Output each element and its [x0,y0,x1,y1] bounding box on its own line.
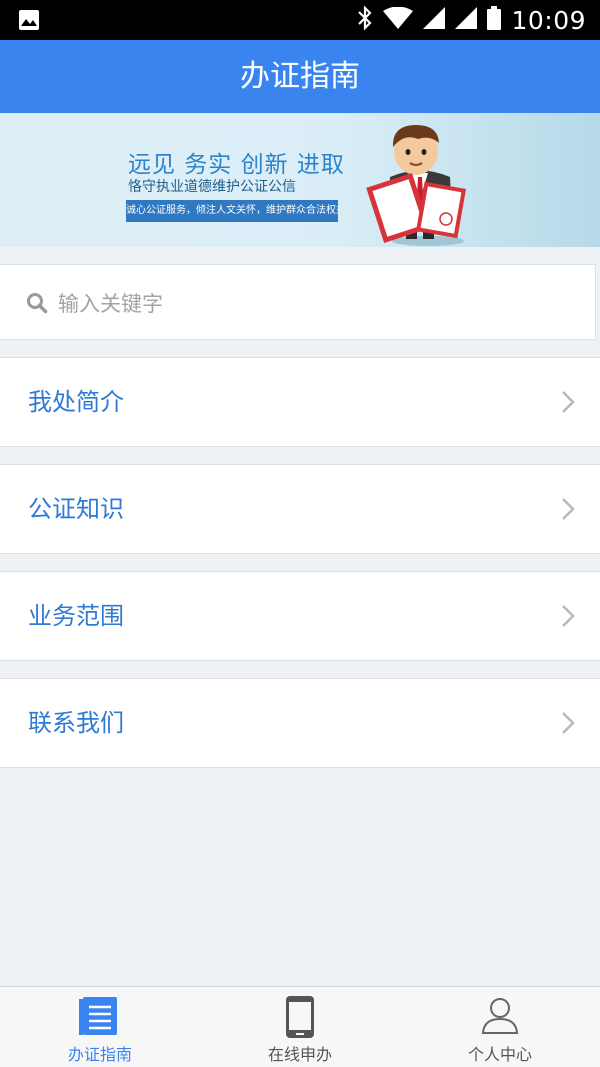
signal-2-icon [455,7,478,33]
search-input[interactable] [56,283,560,325]
tab-guide[interactable]: 办证指南 [0,987,200,1067]
chevron-right-icon [561,497,575,525]
chevron-right-icon [561,711,575,739]
bluetooth-icon [357,5,373,34]
phone-icon [284,995,316,1043]
banner-slogan: 远见 务实 创新 进取 [128,152,345,178]
menu-item-label: 我处简介 [28,388,124,416]
tab-label: 个人中心 [467,1045,532,1064]
tab-online-apply[interactable]: 在线申办 [200,987,400,1067]
tab-profile[interactable]: 个人中心 [400,987,600,1067]
document-list-icon [79,995,121,1041]
search-icon [26,292,48,318]
mascot-illustration [360,119,470,247]
bottom-nav: 办证指南 在线申办 个人中心 [0,986,600,1067]
status-bar: 10:09 [0,0,600,40]
chevron-right-icon [561,604,575,632]
menu-item-label: 联系我们 [28,709,124,737]
wifi-icon [383,6,414,33]
menu-item-business-scope[interactable]: 业务范围 [0,571,600,661]
menu-item-label: 公证知识 [28,495,124,523]
gallery-notification-icon [18,9,40,35]
status-time: 10:09 [511,5,586,35]
menu-item-about[interactable]: 我处简介 [0,357,600,447]
tab-label: 办证指南 [67,1045,132,1064]
menu-item-label: 业务范围 [28,602,124,630]
promo-banner[interactable]: 远见 务实 创新 进取 恪守执业道德维护公证公信 诚心公证服务，倾注人文关怀，维… [0,113,600,247]
banner-strip: 诚心公证服务，倾注人文关怀，维护群众合法权益 [126,200,338,222]
chevron-right-icon [561,390,575,418]
battery-icon [487,6,502,34]
menu-item-contact-us[interactable]: 联系我们 [0,678,600,768]
page-title: 办证指南 [0,40,600,113]
user-icon [480,995,520,1039]
signal-icon [423,7,446,33]
search-bar[interactable] [0,264,596,340]
banner-subtitle: 恪守执业道德维护公证公信 [128,179,296,195]
tab-label: 在线申办 [267,1045,332,1064]
menu-item-notary-knowledge[interactable]: 公证知识 [0,464,600,554]
status-icons: 10:09 [357,0,586,40]
